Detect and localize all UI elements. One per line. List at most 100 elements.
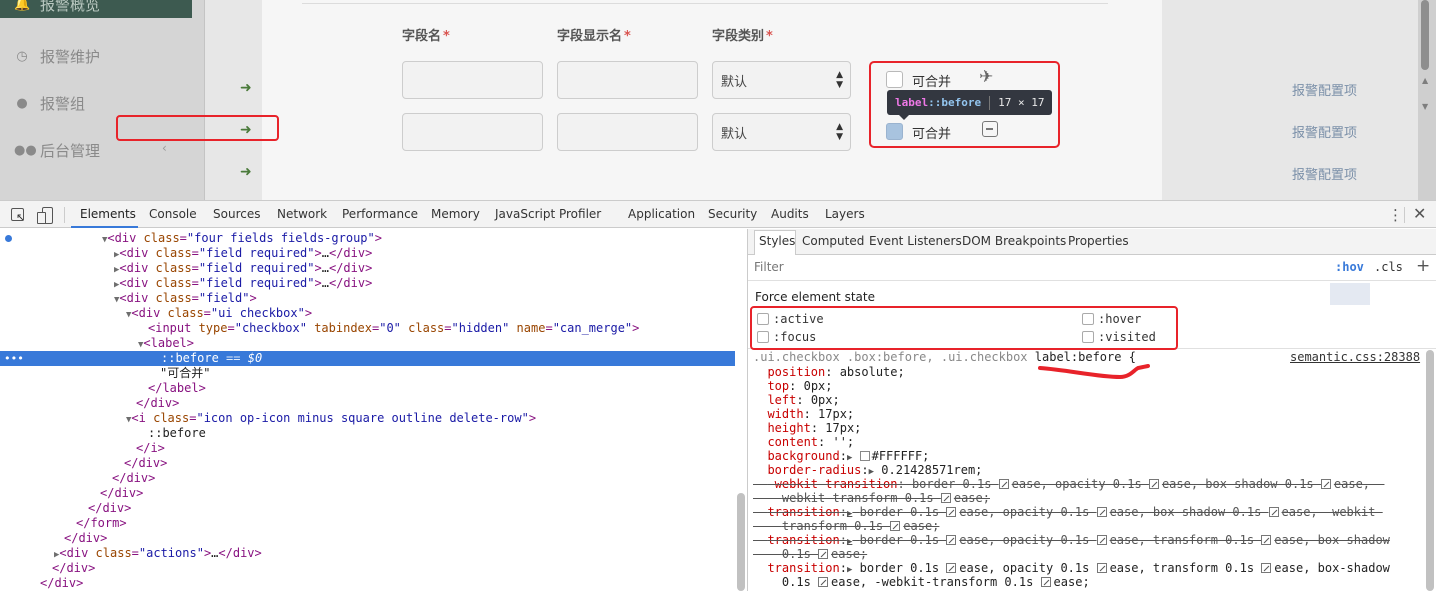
tab-audits[interactable]: Audits: [771, 201, 809, 228]
easing-editor-icon[interactable]: [1040, 577, 1051, 587]
scroll-up-icon[interactable]: ▲: [1422, 76, 1428, 85]
field-type-select[interactable]: 默认 ▲ ▼: [712, 61, 851, 99]
dom-node[interactable]: ▼<div class="ui checkbox">: [0, 306, 735, 321]
dom-node-selected[interactable]: •••::before == $0: [0, 351, 735, 366]
easing-editor-icon[interactable]: [940, 493, 951, 503]
scroll-down-icon[interactable]: ▼: [1422, 102, 1428, 111]
tab-styles[interactable]: Styles: [759, 229, 795, 254]
easing-editor-icon[interactable]: [946, 507, 957, 517]
dom-node[interactable]: </i>: [0, 441, 735, 456]
cls-toggle-button[interactable]: .cls: [1374, 260, 1403, 274]
tab-javascript-profiler[interactable]: JavaScript Profiler: [495, 201, 601, 228]
sidebar-item-label: 报警维护: [40, 47, 101, 66]
dom-node[interactable]: </div>: [0, 486, 735, 501]
tab-network[interactable]: Network: [277, 201, 327, 228]
css-declaration-overridden[interactable]: transition:▶ border 0.1s ease, opacity 0…: [753, 533, 1389, 547]
dom-node[interactable]: ▼<div class="four fields fields-group">: [0, 231, 735, 246]
sidebar-item-admin[interactable]: ●● 后台管理: [14, 138, 100, 162]
css-declaration[interactable]: transition:▶ border 0.1s ease, opacity 0…: [753, 561, 1389, 575]
field-type-select[interactable]: 默认 ▲ ▼: [712, 113, 851, 151]
css-declaration[interactable]: height: 17px;: [753, 421, 861, 435]
field-name-input[interactable]: [402, 61, 543, 99]
easing-editor-icon[interactable]: [1261, 563, 1272, 573]
css-declaration-overridden[interactable]: transition:▶ border 0.1s ease, opacity 0…: [753, 505, 1382, 519]
dom-node[interactable]: ▶<div class="field required">…</div>: [0, 276, 735, 291]
dom-node[interactable]: ▼<i class="icon op-icon minus square out…: [0, 411, 735, 426]
dom-node[interactable]: ▶<div class="field required">…</div>: [0, 261, 735, 276]
css-declaration[interactable]: content: '';: [753, 435, 854, 449]
device-toolbar-icon[interactable]: [37, 207, 53, 224]
field-name-input[interactable]: [402, 113, 543, 151]
tab-application[interactable]: Application: [628, 201, 695, 228]
dom-node[interactable]: </label>: [0, 381, 735, 396]
field-display-name-input[interactable]: [557, 61, 698, 99]
row-config-link[interactable]: 报警配置项: [1292, 80, 1357, 99]
tab-properties[interactable]: Properties: [1068, 229, 1129, 254]
tab-computed[interactable]: Computed: [802, 229, 864, 254]
more-icon: •••: [4, 352, 24, 365]
row-config-link[interactable]: 报警配置项: [1292, 122, 1357, 141]
easing-editor-icon[interactable]: [1096, 563, 1107, 573]
dom-node[interactable]: ▼<div class="field">: [0, 291, 735, 306]
easing-editor-icon[interactable]: [1320, 479, 1331, 489]
dom-text-node[interactable]: "可合并": [0, 366, 735, 381]
hov-toggle-button[interactable]: :hov: [1335, 260, 1364, 274]
dom-node[interactable]: </div>: [0, 501, 735, 516]
easing-editor-icon[interactable]: [890, 521, 901, 531]
easing-editor-icon[interactable]: [946, 535, 957, 545]
tab-performance[interactable]: Performance: [342, 201, 418, 228]
color-swatch[interactable]: [859, 451, 870, 461]
easing-editor-icon[interactable]: [946, 563, 957, 573]
dom-node[interactable]: </div>: [0, 531, 735, 546]
easing-editor-icon[interactable]: [1148, 479, 1159, 489]
elements-scrollbar-thumb[interactable]: [737, 493, 745, 591]
tab-elements[interactable]: Elements: [80, 201, 136, 228]
css-declaration[interactable]: background:▶ #FFFFFF;: [753, 449, 929, 463]
dom-node[interactable]: </form>: [0, 516, 735, 531]
dom-node[interactable]: </div>: [0, 396, 735, 411]
easing-editor-icon[interactable]: [1096, 535, 1107, 545]
field-display-name-input[interactable]: [557, 113, 698, 151]
inspect-element-icon[interactable]: [11, 208, 25, 224]
sidebar-item-alarm-overview[interactable]: 🔔 报警概览: [0, 0, 192, 18]
source-link[interactable]: semantic.css:28388: [1290, 350, 1420, 364]
easing-editor-icon[interactable]: [818, 577, 829, 587]
dom-node[interactable]: </div>: [0, 576, 735, 591]
tab-layers[interactable]: Layers: [825, 201, 865, 228]
dom-node[interactable]: </div>: [0, 561, 735, 576]
sidebar-item-alarm-maintenance[interactable]: ◷ 报警维护: [14, 44, 100, 68]
dom-node[interactable]: </div>: [0, 471, 735, 486]
easing-editor-icon[interactable]: [1268, 507, 1279, 517]
dom-node[interactable]: <input type="checkbox" tabindex="0" clas…: [0, 321, 735, 336]
dom-pseudo-node[interactable]: ::before: [0, 426, 735, 441]
dom-node[interactable]: ▼<label>: [0, 336, 735, 351]
new-rule-button[interactable]: +: [1416, 256, 1430, 276]
sidebar-item-alarm-group[interactable]: ● 报警组: [14, 91, 85, 115]
more-options-icon[interactable]: ⋮: [1388, 206, 1403, 224]
tab-sources[interactable]: Sources: [213, 201, 260, 228]
annotation-underline: [1038, 364, 1150, 380]
tab-security[interactable]: Security: [708, 201, 757, 228]
dom-node[interactable]: ▶<div class="field required">…</div>: [0, 246, 735, 261]
css-declaration[interactable]: left: 0px;: [753, 393, 839, 407]
easing-editor-icon[interactable]: [818, 549, 829, 559]
easing-editor-icon[interactable]: [998, 479, 1009, 489]
tab-console[interactable]: Console: [149, 201, 197, 228]
css-declaration[interactable]: position: absolute;: [753, 365, 904, 379]
page-scrollbar-thumb[interactable]: [1421, 0, 1429, 70]
easing-editor-icon[interactable]: [1096, 507, 1107, 517]
tab-dom-breakpoints[interactable]: DOM Breakpoints: [962, 229, 1066, 254]
styles-scrollbar-thumb[interactable]: [1426, 350, 1434, 591]
tab-memory[interactable]: Memory: [431, 201, 480, 228]
dom-node[interactable]: </div>: [0, 456, 735, 471]
dom-node[interactable]: ▶<div class="actions">…</div>: [0, 546, 735, 561]
close-icon[interactable]: ✕: [1413, 204, 1426, 223]
tab-event-listeners[interactable]: Event Listeners: [869, 229, 962, 254]
css-declaration[interactable]: top: 0px;: [753, 379, 832, 393]
styles-filter-input[interactable]: Filter: [754, 260, 784, 274]
row-config-link[interactable]: 报警配置项: [1292, 164, 1357, 183]
easing-editor-icon[interactable]: [1261, 535, 1272, 545]
css-declaration-overridden[interactable]: -webkit-transition: border 0.1s ease, op…: [753, 477, 1384, 491]
css-declaration[interactable]: border-radius:▶ 0.21428571rem;: [753, 463, 982, 477]
css-declaration[interactable]: width: 17px;: [753, 407, 854, 421]
